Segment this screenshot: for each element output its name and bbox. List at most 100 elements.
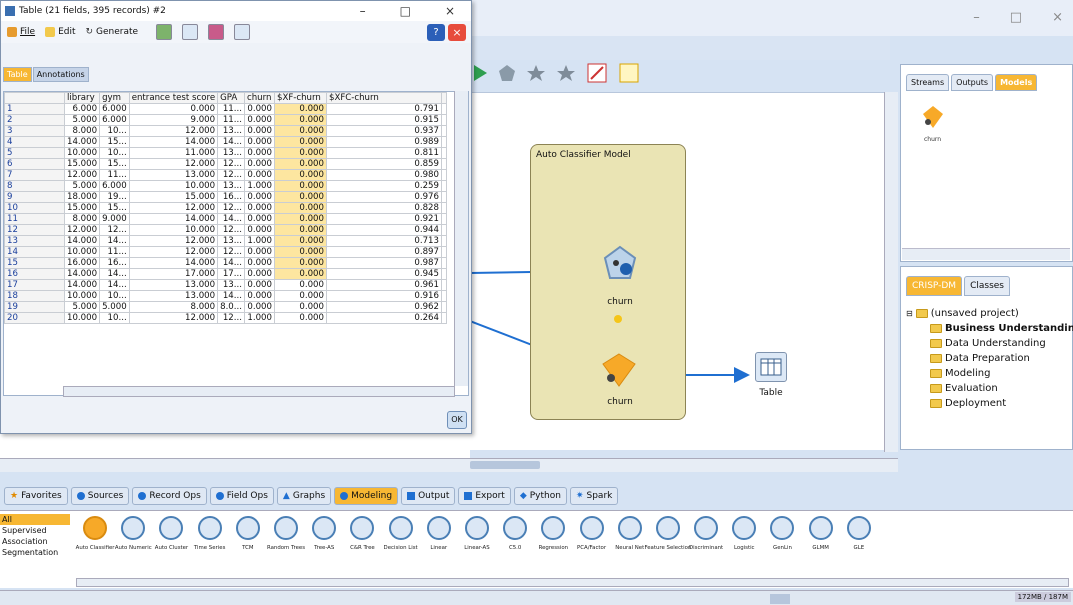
column-header[interactable]: gym [99,92,130,104]
tab-outputs[interactable]: Outputs [951,74,994,91]
palette-node[interactable]: C5.0 [496,516,534,551]
auto-classifier-node-icon[interactable] [601,352,637,388]
palette-node[interactable]: TCM [229,516,267,551]
tab-crisp-dm[interactable]: CRISP-DM [906,276,963,296]
table-row[interactable]: 5 10.000 10... 11.000 13... 0.000 0.000 0.811 [4,147,447,159]
data-grid[interactable]: library gym entrance test score GPA churn $XF… [3,91,469,396]
table-node-icon[interactable] [755,352,787,382]
column-header[interactable]: $XF-churn [273,92,327,104]
palette-node[interactable]: Linear [420,516,458,551]
table-row[interactable]: 3 8.000 10... 12.000 13... 0.000 0.000 0.937 [4,125,447,137]
table-row[interactable]: 20 10.000 10... 12.000 12... 1.000 0.000 0.264 [4,312,447,324]
palette-node[interactable]: Auto Cluster [152,516,190,551]
palette-node[interactable]: GenLin [763,516,801,551]
palette-scrollbar[interactable] [76,578,1069,587]
menu-edit[interactable]: Edit [45,27,76,37]
main-window-controls[interactable]: – □ × [973,10,1063,25]
tab-record-ops[interactable]: Record Ops [132,487,207,505]
table-row[interactable]: 11 8.000 9.000 14.000 14... 0.000 0.000 0.921 [4,213,447,225]
minimize-button[interactable]: – [360,4,366,18]
palette-node[interactable]: Feature Selection [644,516,691,551]
models-scrollbar[interactable] [902,248,1070,260]
column-header[interactable]: GPA [217,92,245,104]
column-header[interactable]: $XFC-churn [325,92,442,104]
table-row[interactable]: 14 10.000 11... 12.000 12... 0.000 0.000 0.897 [4,246,447,258]
star-filled-icon[interactable] [556,64,576,82]
table-row[interactable]: 13 14.000 14... 12.000 13... 1.000 0.000 0.713 [4,235,447,247]
table-row[interactable]: 17 14.000 14... 13.000 13... 0.000 0.000 0.961 [4,279,447,291]
palette-node[interactable]: Logistic [725,516,763,551]
tab-sources[interactable]: Sources [70,487,130,505]
tab-export[interactable]: Export [458,487,511,505]
tree-item[interactable]: Data Understanding [906,336,1073,351]
run-icon[interactable] [472,64,488,82]
tree-item[interactable]: Deployment [906,396,1073,411]
table-row[interactable]: 12 12.000 12... 10.000 12... 0.000 0.000 0.944 [4,224,447,236]
canvas-horizontal-scrollbar[interactable] [0,458,898,472]
category-all[interactable]: All [0,514,70,525]
column-header[interactable] [440,92,447,104]
ok-button[interactable]: OK [447,411,467,429]
maximize-icon[interactable]: □ [1010,10,1022,25]
minimize-icon[interactable]: – [973,10,980,25]
chart-icon[interactable] [208,24,225,40]
print-icon[interactable] [182,24,199,40]
tab-field-ops[interactable]: Field Ops [209,487,274,505]
table-row[interactable]: 16 14.000 14... 17.000 17... 0.000 0.000 0.945 [4,268,447,280]
close-button[interactable]: × [448,24,466,41]
comment-icon[interactable] [618,62,640,84]
table-row[interactable]: 15 16.000 16... 14.000 14... 0.000 0.000 0.987 [4,257,447,269]
window-close-button[interactable]: × [445,4,455,18]
tab-favorites[interactable]: ★ Favorites [4,487,68,505]
palette-node[interactable]: Auto Numeric [114,516,152,551]
tab-output[interactable]: Output [401,487,456,505]
column-header[interactable]: churn [243,92,275,104]
palette-node[interactable]: Auto Classifier [76,516,115,551]
table-row[interactable]: 4 14.000 15... 14.000 14... 0.000 0.000 0.989 [4,136,447,148]
palette-node[interactable]: Neural Net [611,516,649,551]
tree-item[interactable]: Data Preparation [906,351,1073,366]
palette-node[interactable]: Time Series [191,516,229,551]
palette-node[interactable]: Tree-AS [305,516,343,551]
tab-modeling[interactable]: Modeling [334,487,399,505]
pentagon-icon[interactable] [498,64,516,82]
canvas-vertical-scrollbar[interactable] [884,92,898,452]
palette-node[interactable]: Linear-AS [458,516,496,551]
tab-python[interactable]: ◆ Python [513,487,567,505]
tree-item[interactable]: Business Understanding [906,321,1073,336]
tab-table[interactable]: Table [3,67,32,82]
menu-generate[interactable]: ↻ Generate [86,27,139,37]
maximize-button[interactable]: □ [400,4,411,18]
table-row[interactable]: 6 15.000 15... 12.000 12... 0.000 0.000 0.859 [4,158,447,170]
table-row[interactable]: 2 5.000 6.000 9.000 11... 0.000 0.000 0.915 [4,114,447,126]
column-header[interactable] [4,92,65,104]
table-row[interactable]: 10 15.000 15... 12.000 12... 0.000 0.000 0.828 [4,202,447,214]
column-header[interactable]: library [63,92,101,104]
tab-classes[interactable]: Classes [964,276,1010,296]
grid-horizontal-scrollbar[interactable] [63,386,455,397]
close-icon[interactable]: × [1052,10,1063,25]
palette-node[interactable]: Regression [534,516,572,551]
palette-node[interactable]: GLMM [802,516,840,551]
palette-node[interactable]: C&R Tree [343,516,381,551]
table-row[interactable]: 19 5.000 5.000 8.000 8.0... 0.000 0.000 0.962 [4,301,447,313]
export-table-icon[interactable] [156,24,173,40]
tab-streams[interactable]: Streams [906,74,950,91]
category-association[interactable]: Association [0,536,70,547]
grid-vertical-scrollbar[interactable] [454,91,468,386]
table-row[interactable]: 18 10.000 10... 13.000 14... 0.000 0.000 0.916 [4,290,447,302]
canvas-hscroll-thumb[interactable] [470,461,540,469]
tree-root[interactable]: ⊟ (unsaved project) [906,306,1073,321]
palette-node[interactable]: Discriminant [687,516,725,551]
tab-models[interactable]: Models [995,74,1038,91]
binoculars-icon[interactable] [234,24,251,40]
table-row[interactable]: 7 12.000 11... 13.000 12... 0.000 0.000 0.980 [4,169,447,181]
tab-spark[interactable]: ✷ Spark [569,487,619,505]
tab-graphs[interactable]: ▲ Graphs [276,487,332,505]
category-segmentation[interactable]: Segmentation [0,547,70,558]
help-button[interactable]: ? [427,24,445,41]
palette-node[interactable]: Random Trees [267,516,305,551]
palette-node[interactable]: PCA/Factor [572,516,610,551]
tree-item[interactable]: Evaluation [906,381,1073,396]
tree-item[interactable]: Modeling [906,366,1073,381]
